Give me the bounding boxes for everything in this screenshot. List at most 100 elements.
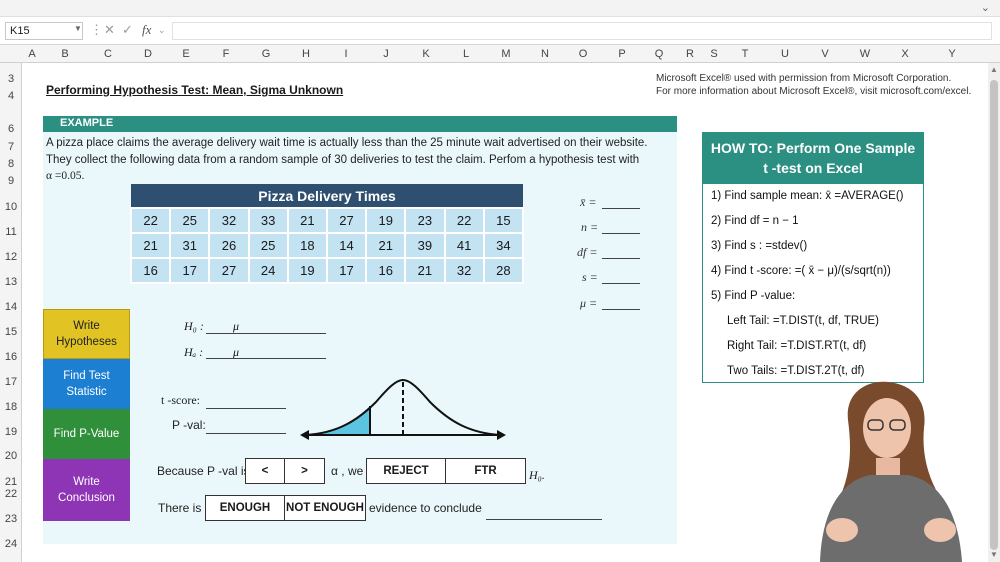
column-header-x[interactable]: X	[893, 45, 917, 63]
function-dropdown-icon[interactable]: ⌄	[158, 25, 166, 36]
conclusion-blank[interactable]	[486, 519, 602, 520]
column-header-r[interactable]: R	[678, 45, 702, 63]
row-header-8[interactable]: 8	[0, 158, 22, 170]
column-header-y[interactable]: Y	[940, 45, 964, 63]
table-cell[interactable]: 28	[482, 257, 525, 284]
table-cell[interactable]: 31	[169, 232, 211, 259]
table-cell[interactable]: 23	[404, 207, 446, 234]
stat-s-blank[interactable]	[602, 283, 640, 284]
write-hypotheses-button[interactable]: Write Hypotheses	[43, 309, 130, 359]
column-header-o[interactable]: O	[571, 45, 595, 63]
table-cell[interactable]: 32	[443, 257, 485, 284]
row-header-23[interactable]: 23	[0, 513, 22, 525]
row-header-9[interactable]: 9	[0, 175, 22, 187]
column-header-m[interactable]: M	[494, 45, 518, 63]
table-cell[interactable]: 16	[365, 257, 407, 284]
column-header-h[interactable]: H	[294, 45, 318, 63]
ftr-option[interactable]: FTR	[446, 459, 525, 483]
row-header-18[interactable]: 18	[0, 401, 22, 413]
find-p-value-button[interactable]: Find P-Value	[43, 409, 130, 459]
scrollbar-thumb[interactable]	[990, 80, 998, 550]
more-options-icon[interactable]: ⋮	[90, 22, 103, 38]
column-header-a[interactable]: A	[20, 45, 44, 63]
column-header-b[interactable]: B	[53, 45, 77, 63]
table-cell[interactable]: 18	[286, 232, 328, 259]
table-cell[interactable]: 21	[404, 257, 446, 284]
column-header-j[interactable]: J	[374, 45, 398, 63]
greater-than-option[interactable]: >	[285, 459, 324, 483]
not-enough-option[interactable]: NOT ENOUGH	[285, 496, 365, 520]
table-cell[interactable]: 26	[208, 232, 250, 259]
table-cell[interactable]: 19	[286, 257, 328, 284]
row-header-13[interactable]: 13	[0, 276, 22, 288]
table-cell[interactable]: 33	[247, 207, 289, 234]
table-cell[interactable]: 27	[325, 207, 368, 234]
table-cell[interactable]: 39	[404, 232, 446, 259]
table-cell[interactable]: 41	[443, 232, 485, 259]
table-cell[interactable]: 14	[325, 232, 368, 259]
stat-mu-blank[interactable]	[602, 309, 640, 310]
table-cell[interactable]: 22	[129, 207, 172, 234]
column-header-l[interactable]: L	[454, 45, 478, 63]
scroll-down-icon[interactable]: ▼	[990, 550, 998, 559]
row-header-17[interactable]: 17	[0, 376, 22, 388]
row-header-6[interactable]: 6	[0, 123, 22, 135]
column-header-w[interactable]: W	[853, 45, 877, 63]
column-header-t[interactable]: T	[733, 45, 757, 63]
table-cell[interactable]: 32	[208, 207, 250, 234]
table-cell[interactable]: 34	[482, 232, 525, 259]
row-header-10[interactable]: 10	[0, 201, 22, 213]
row-header-12[interactable]: 12	[0, 251, 22, 263]
find-test-statistic-button[interactable]: Find Test Statistic	[43, 359, 130, 409]
column-header-n[interactable]: N	[533, 45, 557, 63]
row-header-20[interactable]: 20	[0, 450, 22, 462]
column-header-d[interactable]: D	[136, 45, 160, 63]
column-header-v[interactable]: V	[813, 45, 837, 63]
column-header-f[interactable]: F	[214, 45, 238, 63]
table-cell[interactable]: 16	[129, 257, 172, 284]
less-than-option[interactable]: <	[246, 459, 286, 483]
formula-input[interactable]	[172, 22, 992, 40]
stat-xbar-blank[interactable]	[602, 208, 640, 209]
insert-function-icon[interactable]: fx	[142, 22, 151, 38]
table-cell[interactable]: 25	[169, 207, 211, 234]
column-header-k[interactable]: K	[414, 45, 438, 63]
stat-n-blank[interactable]	[602, 233, 640, 234]
enter-icon[interactable]: ✓	[122, 22, 133, 38]
row-header-4[interactable]: 4	[0, 90, 22, 102]
row-header-19[interactable]: 19	[0, 426, 22, 438]
table-cell[interactable]: 27	[208, 257, 250, 284]
enough-option[interactable]: ENOUGH	[206, 496, 286, 520]
row-header-21[interactable]: 21	[0, 476, 22, 488]
name-box-dropdown-icon[interactable]: ▼	[74, 24, 82, 33]
row-header-15[interactable]: 15	[0, 326, 22, 338]
table-cell[interactable]: 15	[482, 207, 525, 234]
ha-blank[interactable]	[206, 358, 326, 359]
column-header-g[interactable]: G	[254, 45, 278, 63]
table-cell[interactable]: 17	[325, 257, 368, 284]
table-cell[interactable]: 21	[286, 207, 328, 234]
row-header-16[interactable]: 16	[0, 351, 22, 363]
t-score-blank[interactable]	[206, 408, 286, 409]
table-cell[interactable]: 19	[365, 207, 407, 234]
column-header-q[interactable]: Q	[647, 45, 671, 63]
table-cell[interactable]: 21	[129, 232, 172, 259]
h0-blank[interactable]	[206, 333, 326, 334]
row-header-14[interactable]: 14	[0, 301, 22, 313]
stat-df-blank[interactable]	[602, 258, 640, 259]
collapse-ribbon-icon[interactable]: ⌄	[981, 1, 990, 14]
row-header-3[interactable]: 3	[0, 73, 22, 85]
column-header-i[interactable]: I	[334, 45, 358, 63]
cancel-icon[interactable]: ✕	[104, 22, 115, 38]
column-header-p[interactable]: P	[610, 45, 634, 63]
p-val-blank[interactable]	[206, 433, 286, 434]
column-header-s[interactable]: S	[702, 45, 726, 63]
table-cell[interactable]: 22	[443, 207, 485, 234]
scroll-up-icon[interactable]: ▲	[990, 65, 998, 74]
column-header-e[interactable]: E	[174, 45, 198, 63]
reject-option[interactable]: REJECT	[367, 459, 446, 483]
column-header-c[interactable]: C	[96, 45, 120, 63]
row-header-11[interactable]: 11	[0, 226, 22, 238]
column-header-u[interactable]: U	[773, 45, 797, 63]
table-cell[interactable]: 17	[169, 257, 211, 284]
